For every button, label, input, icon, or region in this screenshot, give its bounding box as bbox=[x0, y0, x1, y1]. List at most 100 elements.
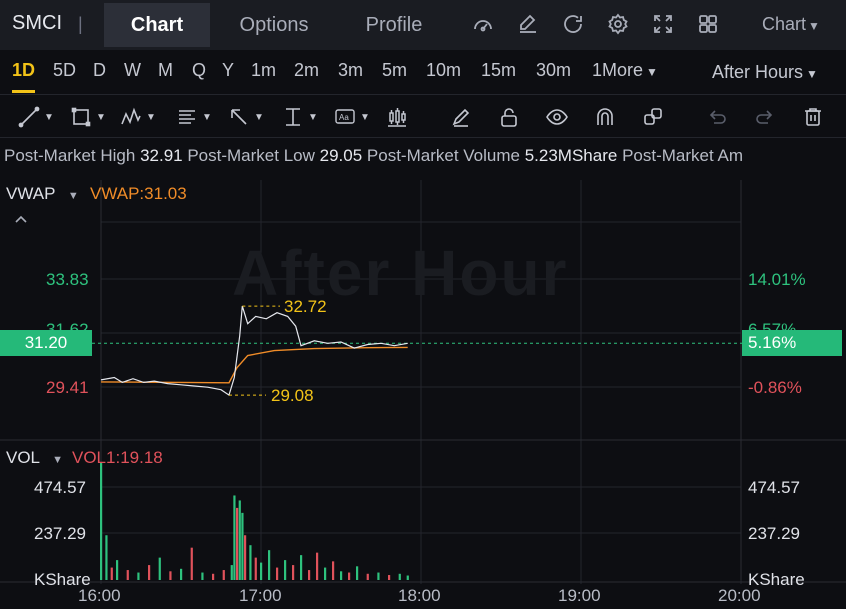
pencil-icon[interactable] bbox=[450, 105, 472, 129]
tab-options[interactable]: Options bbox=[218, 3, 330, 47]
volume-bar bbox=[366, 573, 369, 580]
volume-bar bbox=[137, 572, 140, 580]
x-tick-label: 17:00 bbox=[239, 586, 282, 605]
volume-bar bbox=[356, 566, 359, 580]
post-market-high-value: 32.91 bbox=[140, 146, 183, 165]
period-15m[interactable]: 15m bbox=[481, 60, 516, 81]
tab-profile[interactable]: Profile bbox=[346, 3, 442, 47]
volume-bars-layer bbox=[100, 462, 409, 580]
volume-bar bbox=[158, 557, 161, 580]
volume-bar bbox=[388, 575, 391, 580]
volume-bar bbox=[236, 507, 239, 580]
collapse-chevron-icon[interactable] bbox=[14, 214, 28, 224]
period-more[interactable]: 1More ▼ bbox=[592, 60, 658, 81]
volume-bar bbox=[300, 555, 303, 580]
period-5m[interactable]: 5m bbox=[382, 60, 407, 81]
x-tick-label: 18:00 bbox=[398, 586, 441, 605]
volume-bar bbox=[201, 572, 204, 580]
gauge-icon[interactable] bbox=[471, 12, 495, 36]
period-1d[interactable]: 1D bbox=[12, 60, 36, 93]
vwap-indicator-selector[interactable]: VWAP ▼ bbox=[6, 184, 79, 204]
arrow-tool-icon[interactable]: ▼ bbox=[228, 105, 264, 129]
volume-bar bbox=[308, 570, 311, 580]
y-left-hidden: 31.62 bbox=[46, 320, 89, 330]
redo-icon[interactable] bbox=[754, 105, 776, 129]
undo-icon[interactable] bbox=[706, 105, 728, 129]
volume-bar bbox=[148, 565, 151, 580]
ticker-separator: | bbox=[78, 14, 83, 34]
post-market-volume-value: 5.23MShare bbox=[524, 146, 618, 165]
chevron-down-icon: ▼ bbox=[67, 190, 79, 202]
tab-chart[interactable]: Chart bbox=[104, 3, 210, 47]
x-tick-label: 16:00 bbox=[78, 586, 121, 605]
period-w[interactable]: W bbox=[124, 60, 141, 81]
period-10m[interactable]: 10m bbox=[426, 60, 461, 81]
post-market-low-label: Post-Market Low bbox=[187, 146, 315, 165]
trash-icon[interactable] bbox=[802, 105, 824, 129]
volume-bar bbox=[406, 575, 409, 580]
volume-bar bbox=[241, 512, 244, 580]
unlock-icon[interactable] bbox=[498, 105, 520, 129]
rectangle-tool-icon[interactable]: ▼ bbox=[70, 105, 106, 129]
text-tool-icon[interactable]: Aa ▼ bbox=[334, 105, 370, 129]
volume-bar bbox=[249, 545, 252, 580]
period-5d[interactable]: 5D bbox=[53, 60, 76, 81]
top-tab-bar: SMCI | Chart Options Profile Chart ▼ bbox=[0, 0, 846, 50]
volume-bar bbox=[268, 550, 271, 580]
after-hours-watermark: After Hour bbox=[232, 237, 569, 309]
fibonacci-tool-icon[interactable]: ▼ bbox=[176, 105, 212, 129]
grid-icon[interactable] bbox=[696, 12, 720, 36]
period-m[interactable]: M bbox=[158, 60, 173, 81]
settings-icon[interactable] bbox=[606, 12, 630, 36]
vol-y-left-mid: 237.29 bbox=[34, 524, 86, 543]
ticker-symbol[interactable]: SMCI bbox=[12, 12, 62, 35]
volume-bar bbox=[180, 568, 183, 580]
chart-type-menu[interactable]: Chart ▼ bbox=[762, 14, 820, 35]
period-30m[interactable]: 30m bbox=[536, 60, 571, 81]
volume-bar bbox=[116, 560, 119, 580]
volume-bar bbox=[254, 557, 257, 580]
line-tool-icon[interactable]: ▼ bbox=[18, 105, 54, 129]
x-tick-label: 20:00 bbox=[718, 586, 761, 605]
volume-bar bbox=[212, 573, 215, 580]
layers-icon[interactable] bbox=[642, 105, 664, 129]
fullscreen-icon[interactable] bbox=[651, 12, 675, 36]
volume-bar bbox=[284, 560, 287, 580]
volume-bar bbox=[324, 567, 327, 580]
vol-indicator-selector[interactable]: VOL ▼ bbox=[6, 448, 63, 468]
volume-bar bbox=[190, 547, 193, 580]
candlestick-tool-icon[interactable] bbox=[386, 105, 408, 129]
eye-icon[interactable] bbox=[546, 105, 568, 129]
edit-icon[interactable] bbox=[516, 12, 540, 36]
post-market-volume-label: Post-Market Volume bbox=[366, 146, 520, 165]
chevron-down-icon: ▼ bbox=[646, 65, 658, 79]
session-selector[interactable]: After Hours ▼ bbox=[712, 62, 818, 83]
pattern-tool-icon[interactable]: ▼ bbox=[120, 105, 156, 129]
volume-bar bbox=[230, 565, 233, 580]
drawing-toolbar: ▼ ▼ ▼ ▼ ▼ ▼ Aa ▼ bbox=[0, 94, 846, 138]
volume-bar bbox=[244, 535, 247, 580]
period-d[interactable]: D bbox=[93, 60, 106, 81]
high-marker-label: 32.72 bbox=[284, 297, 327, 316]
magnet-icon[interactable] bbox=[594, 105, 616, 129]
refresh-icon[interactable] bbox=[561, 12, 585, 36]
vol-y-right-mid: 237.29 bbox=[748, 524, 800, 543]
vwap-indicator-name: VWAP bbox=[6, 184, 56, 203]
y-right-upper: 14.01% bbox=[748, 270, 806, 289]
measure-tool-icon[interactable]: ▼ bbox=[282, 105, 318, 129]
period-q[interactable]: Q bbox=[192, 60, 206, 81]
volume-bar bbox=[316, 552, 319, 580]
volume-bar bbox=[110, 567, 113, 580]
session-label: After Hours bbox=[712, 62, 804, 82]
current-price-badge: 31.20 bbox=[0, 330, 92, 356]
volume-bar bbox=[169, 571, 172, 580]
period-1m[interactable]: 1m bbox=[251, 60, 276, 81]
price-line bbox=[100, 305, 408, 397]
period-3m[interactable]: 3m bbox=[338, 60, 363, 81]
period-y[interactable]: Y bbox=[222, 60, 234, 81]
volume-bar bbox=[126, 570, 129, 580]
vwap-value: VWAP:31.03 bbox=[90, 184, 187, 203]
vol-y-right-upper: 474.57 bbox=[748, 478, 800, 497]
period-2m[interactable]: 2m bbox=[294, 60, 319, 81]
svg-text:Aa: Aa bbox=[339, 113, 349, 122]
